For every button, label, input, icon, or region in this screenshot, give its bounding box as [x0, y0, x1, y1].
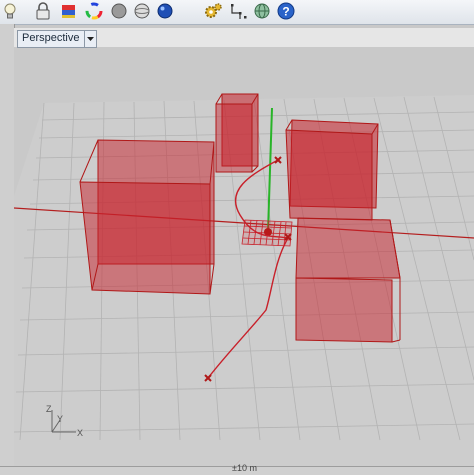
status-text: ±10 m — [232, 463, 257, 473]
toolbar: ? — [0, 0, 474, 25]
axis-label-y: Y — [57, 414, 63, 424]
sphere-render-icon[interactable] — [109, 1, 129, 21]
box-large-left[interactable] — [79, 139, 215, 295]
sphere-ghosted-icon[interactable] — [132, 1, 152, 21]
color-wheel-icon[interactable] — [84, 1, 104, 21]
globe-icon[interactable] — [252, 1, 272, 21]
layer-color-icon[interactable] — [59, 1, 79, 21]
chevron-down-icon[interactable] — [84, 31, 96, 47]
box-small-back[interactable] — [215, 93, 259, 173]
box-right-front[interactable] — [295, 217, 401, 343]
gear-tools-icon[interactable] — [203, 1, 223, 21]
perspective-viewport[interactable]: Z Y X — [14, 47, 474, 474]
left-panel-edge — [0, 24, 15, 474]
axis-label-x: X — [77, 428, 83, 438]
viewport-tab-perspective[interactable]: Perspective — [17, 30, 97, 48]
box-right-back[interactable] — [285, 119, 379, 221]
snap-points-icon[interactable] — [229, 1, 249, 21]
lock-icon[interactable] — [33, 1, 53, 21]
axis-label-z: Z — [46, 404, 52, 414]
svg-text:?: ? — [282, 5, 289, 19]
lightbulb-icon[interactable] — [0, 1, 20, 21]
help-icon[interactable]: ? — [276, 1, 296, 21]
sphere-rendered-icon[interactable] — [155, 1, 175, 21]
viewport-tab-label: Perspective — [22, 32, 80, 44]
